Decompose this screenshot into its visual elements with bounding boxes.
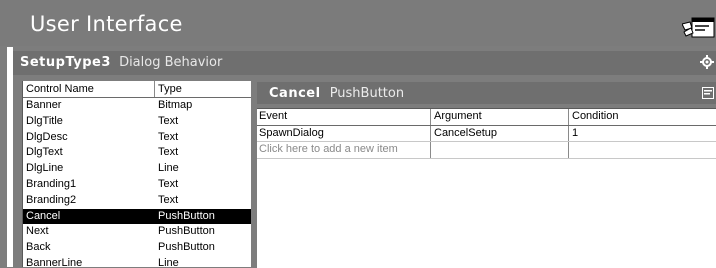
control-name-cell: Cancel [26, 209, 61, 222]
control-name-cell: DlgText [26, 146, 63, 159]
control-type-cell: Text [158, 130, 179, 143]
properties-icon[interactable] [702, 87, 714, 99]
control-type-cell: PushButton [158, 209, 215, 222]
app-header: User Interface [0, 0, 716, 46]
event-grid[interactable]: Event Argument Condition SpawnDialog Canc… [257, 108, 716, 268]
settings-gear-icon[interactable] [700, 55, 714, 69]
control-type-cell: PushButton [158, 241, 215, 254]
event-event-cell[interactable]: SpawnDialog [257, 125, 431, 141]
control-type-cell: Text [158, 114, 179, 127]
add-new-item-placeholder[interactable]: Click here to add a new item [257, 142, 431, 158]
control-name-cell: Branding1 [26, 177, 77, 190]
event-argument-cell[interactable]: CancelSetup [431, 125, 569, 141]
control-row[interactable]: Back PushButton [23, 240, 251, 256]
selected-control-name: Cancel [269, 86, 321, 101]
control-row[interactable]: DlgTitle Text [23, 114, 251, 130]
control-name-cell: DlgTitle [26, 114, 63, 127]
column-header-condition[interactable]: Condition [569, 109, 716, 125]
event-row[interactable]: SpawnDialog CancelSetup 1 [257, 125, 716, 142]
control-row[interactable]: DlgDesc Text [23, 130, 251, 146]
dialog-name: SetupType3 [20, 55, 111, 70]
control-row[interactable]: DlgLine Line [23, 161, 251, 177]
column-header-event[interactable]: Event [257, 109, 431, 125]
detail-header: Cancel PushButton [257, 82, 716, 104]
control-type-cell: Bitmap [158, 99, 193, 111]
control-row[interactable]: Next PushButton [23, 224, 251, 240]
control-type-cell: Text [158, 193, 179, 206]
control-name-cell: Branding2 [26, 193, 77, 206]
control-row[interactable]: Branding1 Text [23, 177, 251, 193]
control-row[interactable]: DlgText Text [23, 145, 251, 161]
event-grid-header: Event Argument Condition [257, 109, 716, 126]
column-header-control-name[interactable]: Control Name [23, 81, 155, 97]
control-name-cell: DlgLine [26, 162, 64, 175]
control-list[interactable]: Control Name Type Banner Bitmap DlgTitle Te… [22, 81, 251, 267]
control-type-cell: Line [158, 256, 179, 267]
control-row[interactable]: BannerLine Line [23, 256, 251, 267]
control-type-cell: Text [158, 146, 179, 159]
control-row[interactable]: Banner Bitmap [23, 98, 251, 114]
page-title: User Interface [30, 12, 183, 36]
control-type-cell: Text [158, 177, 179, 190]
control-list-header: Control Name Type [23, 81, 251, 98]
control-name-cell: DlgDesc [26, 130, 68, 143]
control-type-cell: PushButton [158, 225, 215, 238]
control-row[interactable]: Branding2 Text [23, 193, 251, 209]
control-name-cell: Banner [26, 99, 62, 111]
control-name-cell: Next [26, 225, 49, 238]
add-new-item-row[interactable]: Click here to add a new item [257, 142, 716, 159]
column-header-type[interactable]: Type [155, 81, 251, 97]
control-type-cell: Line [158, 162, 179, 175]
left-edge-bar [7, 47, 13, 267]
control-name-cell: BannerLine [26, 256, 83, 267]
selected-control-type: PushButton [329, 86, 405, 101]
control-row[interactable]: Cancel PushButton [23, 208, 251, 225]
section-header: SetupType3 Dialog Behavior [13, 51, 716, 75]
dialog-editor-icon [682, 17, 715, 38]
column-header-argument[interactable]: Argument [431, 109, 569, 125]
section-subtitle: Dialog Behavior [119, 55, 223, 70]
control-name-cell: Back [26, 241, 51, 254]
event-condition-cell[interactable]: 1 [569, 126, 716, 142]
